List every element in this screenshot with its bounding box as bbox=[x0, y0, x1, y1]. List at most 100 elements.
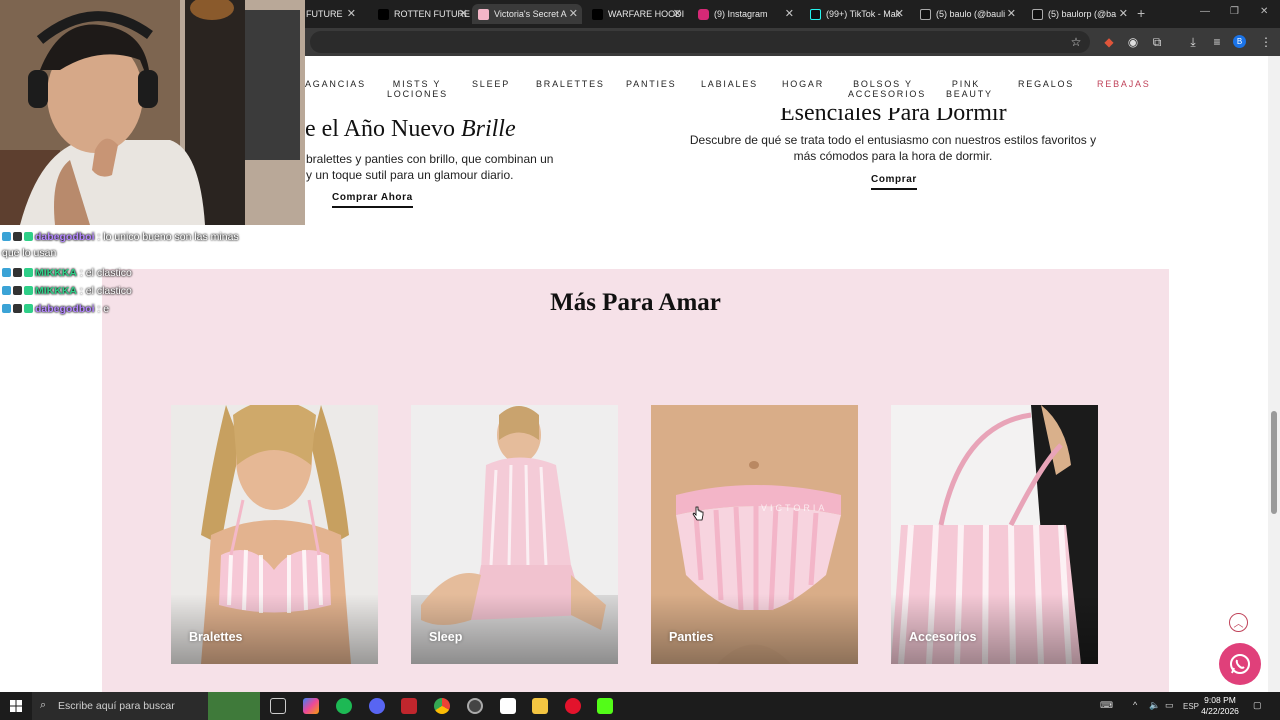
tab-warfare-hoodie[interactable]: WARFARE HOODI ✕ bbox=[586, 4, 686, 24]
chat-message: MIKKKA : el clastico bbox=[2, 283, 262, 301]
chevron-up-icon[interactable]: ^ bbox=[1133, 700, 1137, 710]
tab-favicon-icon bbox=[378, 8, 389, 20]
nav-item-mists[interactable]: MISTS Y LOCIONES bbox=[387, 79, 447, 99]
nav-label: SLEEP bbox=[472, 79, 511, 89]
chat-username[interactable]: dabegodboi bbox=[35, 303, 95, 315]
badge-icon bbox=[2, 268, 11, 277]
file-explorer-icon[interactable] bbox=[532, 698, 548, 714]
close-window-icon[interactable]: ✕ bbox=[1260, 6, 1268, 17]
minimize-icon[interactable]: — bbox=[1200, 6, 1210, 17]
tab-close-icon[interactable]: ✕ bbox=[459, 7, 468, 20]
chevron-up-icon: ︿ bbox=[1233, 619, 1244, 630]
tab-tiktok[interactable]: (99+) TikTok - Mak ✕ bbox=[804, 4, 908, 24]
app-icon[interactable] bbox=[500, 698, 516, 714]
volume-icon[interactable]: 🔈 bbox=[1149, 700, 1160, 711]
tab-label: (9) Instagram bbox=[714, 9, 768, 19]
chat-text: : el clastico bbox=[77, 285, 132, 297]
chat-username[interactable]: MIKKKA bbox=[35, 267, 77, 279]
extension-icon[interactable]: ◉ bbox=[1125, 34, 1141, 50]
spotify-icon[interactable] bbox=[336, 698, 352, 714]
nav-item-hogar[interactable]: HOGAR bbox=[782, 79, 824, 89]
tab-label: FUTURE bbox=[306, 9, 343, 19]
hero-left-title: e el Año Nuevo Brille bbox=[305, 116, 516, 143]
taskbar-clock[interactable]: 9:08 PM 4/22/2026 bbox=[1196, 695, 1244, 717]
maximize-icon[interactable]: ❐ bbox=[1230, 6, 1239, 17]
tab-close-icon[interactable]: ✕ bbox=[673, 7, 682, 20]
profile-avatar[interactable]: B bbox=[1233, 35, 1246, 48]
nav-label: MISTS Y LOCIONES bbox=[387, 79, 448, 99]
opera-icon[interactable] bbox=[565, 698, 581, 714]
nav-item-sleep[interactable]: SLEEP bbox=[472, 79, 510, 89]
download-icon[interactable]: ⤓ bbox=[1185, 34, 1201, 50]
kick-icon[interactable] bbox=[597, 698, 613, 714]
hero-right-text: Descubre de qué se trata todo el entusia… bbox=[680, 132, 1106, 164]
bookmark-star-icon[interactable]: ☆ bbox=[1068, 34, 1084, 50]
notifications-icon[interactable]: ▢ bbox=[1253, 700, 1262, 711]
card-shade bbox=[651, 594, 858, 664]
category-card-accesorios[interactable]: Accesorios bbox=[891, 405, 1098, 664]
tab-close-icon[interactable]: ✕ bbox=[1007, 7, 1016, 20]
new-tab-icon[interactable]: + bbox=[1137, 5, 1145, 21]
nav-item-regalos[interactable]: REGALOS bbox=[1018, 79, 1074, 89]
taskbar-search-box[interactable]: ⌕ Escribe aquí para buscar bbox=[32, 692, 260, 720]
tab-favicon-icon bbox=[478, 8, 489, 20]
scroll-to-top-button[interactable]: ︿ bbox=[1229, 613, 1248, 632]
category-card-panties[interactable]: VICTORIA Panties bbox=[651, 405, 858, 664]
tab-rotten-future[interactable]: ROTTEN FUTURE ✕ bbox=[372, 4, 472, 24]
hand-cursor-icon bbox=[692, 506, 704, 521]
chat-username[interactable]: dabegodboi bbox=[35, 231, 95, 243]
section-title: Más Para Amar bbox=[550, 289, 721, 316]
discord-icon[interactable] bbox=[369, 698, 385, 714]
badge-icon bbox=[24, 286, 33, 295]
app-icon[interactable] bbox=[401, 698, 417, 714]
tab-close-icon[interactable]: ✕ bbox=[1119, 7, 1128, 20]
chat-username[interactable]: MIKKKA bbox=[35, 285, 77, 297]
address-bar[interactable] bbox=[310, 31, 1090, 53]
badge-icon bbox=[24, 268, 33, 277]
tab-future[interactable]: FUTURE ✕ bbox=[300, 4, 360, 24]
mas-para-amar-section: Más Para Amar Bralettes Sleep VICTORIA P… bbox=[102, 269, 1169, 692]
tab-close-icon[interactable]: ✕ bbox=[785, 7, 794, 20]
extensions-puzzle-icon[interactable]: ⧉ bbox=[1149, 34, 1165, 50]
whatsapp-icon bbox=[1230, 654, 1250, 674]
comprar-link[interactable]: Comprar bbox=[871, 174, 917, 190]
nav-label: BOLSOS Y ACCESORIOS bbox=[848, 79, 927, 99]
menu-kebab-icon[interactable]: ⋮ bbox=[1258, 34, 1274, 50]
tab-x-baulo[interactable]: (5) baulo (@bauli ✕ bbox=[914, 4, 1020, 24]
comprar-ahora-link[interactable]: Comprar Ahora bbox=[332, 192, 413, 208]
windows-start-icon[interactable] bbox=[10, 700, 22, 712]
scroll-thumb[interactable] bbox=[1271, 411, 1277, 514]
badge-icon bbox=[24, 304, 33, 313]
card-shade bbox=[171, 594, 378, 664]
hero-right-line: Descubre de qué se trata todo el entusia… bbox=[689, 133, 1097, 147]
copilot-icon[interactable] bbox=[303, 698, 319, 714]
card-label: Bralettes bbox=[189, 630, 243, 644]
nav-item-pink-beauty[interactable]: PINK BEAUTY bbox=[946, 79, 991, 99]
reading-list-icon[interactable]: ≡ bbox=[1209, 34, 1225, 50]
tab-close-icon[interactable]: ✕ bbox=[347, 7, 356, 20]
nav-item-bolsos[interactable]: BOLSOS Y ACCESORIOS bbox=[848, 79, 924, 99]
chrome-icon[interactable] bbox=[434, 698, 450, 714]
nav-item-labiales[interactable]: LABIALES bbox=[701, 79, 758, 89]
network-icon[interactable]: ▭ bbox=[1165, 700, 1174, 711]
nav-item-rebajas[interactable]: REBAJAS bbox=[1097, 79, 1151, 89]
category-card-bralettes[interactable]: Bralettes bbox=[171, 405, 378, 664]
card-shade bbox=[891, 594, 1098, 664]
tab-victorias-secret[interactable]: Victoria's Secret A ✕ bbox=[472, 4, 582, 24]
extension-icon[interactable]: ◆ bbox=[1101, 34, 1117, 50]
category-card-sleep[interactable]: Sleep bbox=[411, 405, 618, 664]
page-scrollbar[interactable] bbox=[1268, 56, 1280, 692]
task-view-icon[interactable] bbox=[270, 698, 286, 714]
tab-close-icon[interactable]: ✕ bbox=[895, 7, 904, 20]
nav-item-panties[interactable]: PANTIES bbox=[626, 79, 676, 89]
nav-item-fragancias[interactable]: AGANCIAS bbox=[305, 79, 366, 89]
tab-label: (5) baulorp (@ba bbox=[1048, 9, 1117, 19]
nav-item-bralettes[interactable]: BRALETTES bbox=[536, 79, 605, 89]
nav-label: BRALETTES bbox=[536, 79, 605, 89]
tab-instagram[interactable]: (9) Instagram ✕ bbox=[692, 4, 798, 24]
tab-x-baulorp[interactable]: (5) baulorp (@ba ✕ bbox=[1026, 4, 1132, 24]
tab-close-icon[interactable]: ✕ bbox=[569, 7, 578, 20]
keyboard-icon[interactable]: ⌨ bbox=[1100, 700, 1113, 711]
obs-icon[interactable] bbox=[467, 698, 483, 714]
whatsapp-button[interactable] bbox=[1219, 643, 1261, 685]
